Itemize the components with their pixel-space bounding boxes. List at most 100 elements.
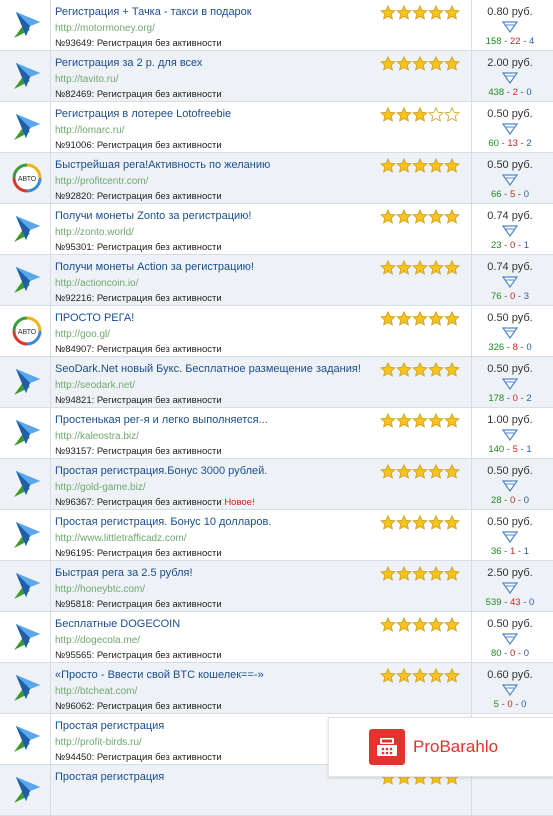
star-icon <box>444 5 460 20</box>
star-icon <box>428 617 444 632</box>
task-row[interactable]: Регистрация за 2 р. для всех http://tavit… <box>0 51 553 102</box>
star-icon <box>412 515 428 530</box>
task-counts: 23 - 0 - 1 <box>472 240 548 251</box>
count-pending: 1 <box>523 240 530 251</box>
task-url: http://lomarc.ru/ <box>55 125 125 136</box>
task-title-link[interactable]: SeoDark.Net новый Букс. Бесплатное разме… <box>55 363 370 375</box>
start-task-arrow-icon[interactable] <box>501 581 519 595</box>
task-counts: 438 - 2 - 0 <box>472 87 548 98</box>
start-task-arrow-icon[interactable] <box>501 530 519 544</box>
star-icon <box>444 464 460 479</box>
task-number: №92216: <box>55 293 95 304</box>
task-title-link[interactable]: Регистрация за 2 р. для всех <box>55 57 370 69</box>
star-icon <box>396 413 412 428</box>
start-task-arrow-icon[interactable] <box>501 326 519 340</box>
start-task-arrow-icon[interactable] <box>501 173 519 187</box>
star-icon <box>380 56 396 71</box>
task-meta: №96062: Регистрация без активности <box>55 701 222 712</box>
task-title-link[interactable]: Быстрая рега за 2.5 рубля! <box>55 567 370 579</box>
clicker-arrow-icon <box>5 357 49 407</box>
task-title-link[interactable]: Простая регистрация <box>55 771 370 783</box>
start-task-arrow-icon[interactable] <box>501 632 519 646</box>
task-price: 0.50 руб. <box>487 312 533 324</box>
task-row[interactable]: Получи монеты Action за регистрацию! http… <box>0 255 553 306</box>
task-number: №95818: <box>55 599 95 610</box>
task-title-link[interactable]: «Просто - Ввести свой BTC кошелек==-» <box>55 669 370 681</box>
star-rating <box>380 515 460 530</box>
clicker-arrow-icon <box>5 561 49 611</box>
column-divider <box>50 663 51 713</box>
task-row[interactable]: SeoDark.Net новый Букс. Бесплатное разме… <box>0 357 553 408</box>
task-title-link[interactable]: Простая регистрация <box>55 720 370 732</box>
start-task-arrow-icon[interactable] <box>501 428 519 442</box>
task-title-link[interactable]: Простенькая рег-я и легко выполняется... <box>55 414 370 426</box>
task-title-link[interactable]: Получи монеты Zonto за регистрацию! <box>55 210 370 222</box>
star-icon <box>380 209 396 224</box>
column-divider <box>50 510 51 560</box>
task-title-link[interactable]: Регистрация + Тачка - такси в подарок <box>55 6 370 18</box>
task-row[interactable]: Простенькая рег-я и легко выполняется...… <box>0 408 553 459</box>
star-icon <box>428 362 444 377</box>
task-row[interactable]: АВТО Быстрейшая рега!Активность по желани… <box>0 153 553 204</box>
star-icon <box>396 617 412 632</box>
count-rejected: 22 <box>509 36 521 47</box>
start-task-arrow-icon[interactable] <box>501 71 519 85</box>
count-done: 326 <box>488 342 505 353</box>
task-title-link[interactable]: ПРОСТО РЕГА! <box>55 312 370 324</box>
start-task-arrow-icon[interactable] <box>501 20 519 34</box>
column-divider <box>50 255 51 305</box>
task-number: №95301: <box>55 242 95 253</box>
start-task-arrow-icon[interactable] <box>501 479 519 493</box>
count-rejected: 13 <box>507 138 518 149</box>
star-icon <box>380 362 396 377</box>
task-row[interactable]: «Просто - Ввести свой BTC кошелек==-» htt… <box>0 663 553 714</box>
star-rating <box>380 566 460 581</box>
count-separator: - <box>501 240 510 251</box>
task-title-link[interactable]: Простая регистрация. Бонус 10 долларов. <box>55 516 370 528</box>
star-icon <box>412 566 428 581</box>
star-rating <box>380 413 460 428</box>
star-icon <box>444 209 460 224</box>
count-separator: - <box>501 495 510 506</box>
task-row[interactable]: Получи монеты Zonto за регистрацию! http:… <box>0 204 553 255</box>
task-row[interactable]: АВТО ПРОСТО РЕГА! http://goo.gl/ №84907: Ре… <box>0 306 553 357</box>
task-number: №96367: <box>55 497 95 508</box>
task-row[interactable]: Простая регистрация.Бонус 3000 рублей. ht… <box>0 459 553 510</box>
task-row[interactable]: Простая регистрация. Бонус 10 долларов. h… <box>0 510 553 561</box>
task-meta: №96367: Регистрация без активности Новое… <box>55 497 255 508</box>
column-divider <box>50 459 51 509</box>
task-title-link[interactable]: Регистрация в лотерее Lotofreebie <box>55 108 370 120</box>
task-row[interactable]: Регистрация в лотерее Lotofreebie http://… <box>0 102 553 153</box>
task-number: №96062: <box>55 701 95 712</box>
task-meta: №96195: Регистрация без активности <box>55 548 222 559</box>
task-title-link[interactable]: Бесплатные DOGECOIN <box>55 618 370 630</box>
task-status: Регистрация без активности <box>96 344 222 355</box>
task-status: Регистрация без активности <box>96 650 222 661</box>
task-title-link[interactable]: Получи монеты Action за регистрацию! <box>55 261 370 273</box>
task-row[interactable]: Быстрая рега за 2.5 рубля! http://honeybt… <box>0 561 553 612</box>
task-title-link[interactable]: Быстрейшая рега!Активность по желанию <box>55 159 370 171</box>
column-divider <box>50 153 51 203</box>
task-row[interactable]: Бесплатные DOGECOIN http://dogecola.me/ №9… <box>0 612 553 663</box>
count-separator: - <box>515 240 524 251</box>
star-icon <box>444 515 460 530</box>
task-meta: №84907: Регистрация без активности <box>55 344 222 355</box>
task-counts: 178 - 0 - 2 <box>472 393 548 404</box>
task-meta: №93157: Регистрация без активности <box>55 446 222 457</box>
clicker-arrow-icon <box>5 51 49 101</box>
task-row[interactable]: Регистрация + Тачка - такси в подарок htt… <box>0 0 553 51</box>
task-url: http://dogecola.me/ <box>55 635 141 646</box>
start-task-arrow-icon[interactable] <box>501 224 519 238</box>
task-number: №93649: <box>55 38 95 49</box>
probarahlo-ad[interactable]: ProBarahlo <box>328 717 553 777</box>
start-task-arrow-icon[interactable] <box>501 377 519 391</box>
start-task-arrow-icon[interactable] <box>501 683 519 697</box>
count-separator: - <box>504 342 513 353</box>
star-icon <box>380 311 396 326</box>
task-title-link[interactable]: Простая регистрация.Бонус 3000 рублей. <box>55 465 370 477</box>
task-counts: 66 - 5 - 0 <box>472 189 548 200</box>
start-task-arrow-icon[interactable] <box>501 275 519 289</box>
column-divider <box>50 102 51 152</box>
start-task-arrow-icon[interactable] <box>501 122 519 136</box>
task-number: №94450: <box>55 752 95 763</box>
